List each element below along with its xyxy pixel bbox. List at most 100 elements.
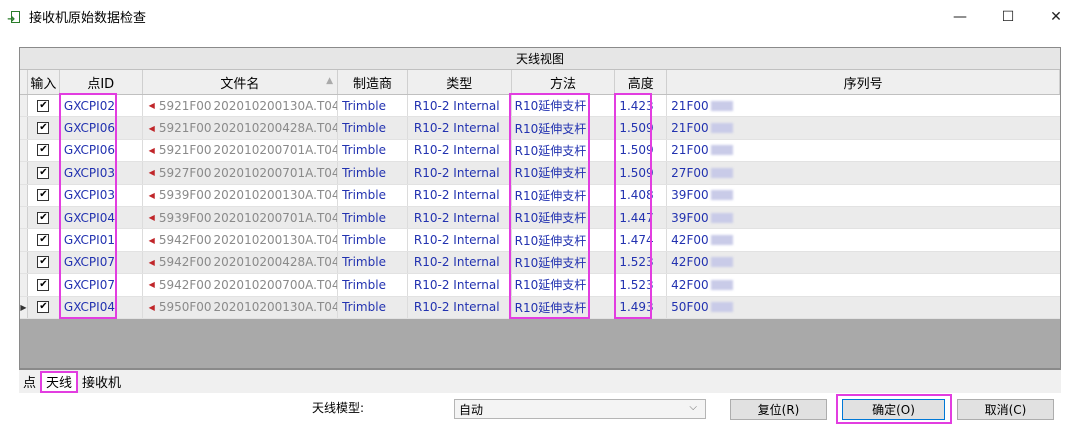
table-row[interactable]: ✔ GXCPI03 ◀ 5927F00 202010200701A.T04 Trimble…	[20, 162, 1060, 185]
header-input[interactable]: 输入	[28, 70, 60, 94]
type-cell[interactable]: R10-2 Internal	[408, 296, 512, 318]
height-cell[interactable]: 1.509	[615, 139, 668, 162]
method-cell[interactable]: R10延伸支杆	[512, 162, 616, 184]
point-id-cell[interactable]: GXCPI01	[60, 229, 143, 251]
row-selector[interactable]	[20, 139, 28, 162]
height-cell[interactable]: 1.523	[615, 251, 668, 274]
input-cell[interactable]: ✔	[28, 251, 60, 274]
manufacturer-cell[interactable]: Trimble	[338, 117, 408, 139]
height-cell[interactable]: 1.509	[615, 117, 668, 139]
height-cell[interactable]: 1.509	[615, 162, 668, 184]
serial-cell[interactable]: 50F00	[667, 297, 1060, 318]
row-selector[interactable]	[20, 95, 28, 117]
method-cell[interactable]: R10延伸支杆	[512, 296, 616, 318]
row-selector[interactable]: ▶	[20, 296, 28, 318]
method-cell[interactable]: R10延伸支杆	[512, 274, 616, 296]
serial-cell[interactable]: 39F00	[667, 185, 1060, 206]
header-serial[interactable]: 序列号	[667, 70, 1061, 94]
row-selector[interactable]	[20, 274, 28, 296]
serial-cell[interactable]: 21F00	[667, 95, 1060, 116]
row-selector[interactable]	[20, 184, 28, 206]
file-name-cell[interactable]: ◀ 5942F00 202010200130A.T04	[143, 229, 339, 251]
row-selector[interactable]	[20, 206, 28, 229]
point-id-cell[interactable]: GXCPI03	[60, 184, 143, 206]
height-cell[interactable]: 1.408	[615, 184, 668, 206]
input-cell[interactable]: ✔	[28, 95, 60, 117]
type-cell[interactable]: R10-2 Internal	[408, 229, 512, 251]
input-checkbox[interactable]: ✔	[37, 99, 50, 112]
serial-cell[interactable]: 42F00	[667, 252, 1060, 273]
file-name-cell[interactable]: ◀ 5939F00 202010200701A.T04	[143, 206, 339, 229]
file-name-cell[interactable]: ◀ 5927F00 202010200701A.T04	[143, 162, 339, 184]
row-selector[interactable]	[20, 229, 28, 251]
table-row[interactable]: ✔ GXCPI07 ◀ 5942F00 202010200428A.T04 Trimble…	[20, 251, 1060, 275]
input-cell[interactable]: ✔	[28, 184, 60, 206]
type-cell[interactable]: R10-2 Internal	[408, 251, 512, 274]
point-id-cell[interactable]: GXCPI02	[60, 95, 143, 117]
file-name-cell[interactable]: ◀ 5921F00 202010200130A.T04	[143, 95, 339, 117]
header-file-name[interactable]: 文件名 ▲	[143, 70, 339, 94]
input-checkbox[interactable]: ✔	[37, 234, 50, 247]
serial-cell[interactable]: 21F00	[667, 140, 1060, 161]
type-cell[interactable]: R10-2 Internal	[408, 139, 512, 162]
file-name-cell[interactable]: ◀ 5921F00 202010200428A.T04	[143, 117, 339, 139]
method-cell[interactable]: R10延伸支杆	[512, 139, 616, 162]
maximize-button[interactable]: ☐	[984, 0, 1032, 33]
header-point-id[interactable]: 点ID	[60, 70, 143, 94]
height-cell[interactable]: 1.474	[615, 229, 668, 251]
method-cell[interactable]: R10延伸支杆	[512, 117, 616, 139]
type-cell[interactable]: R10-2 Internal	[408, 206, 512, 229]
table-row[interactable]: ✔ GXCPI03 ◀ 5939F00 202010200130A.T04 Trimble…	[20, 184, 1060, 207]
manufacturer-cell[interactable]: Trimble	[338, 274, 408, 296]
reset-button[interactable]: 复位(R)	[730, 399, 827, 420]
tab-receiver[interactable]: 接收机	[78, 371, 125, 393]
cancel-button[interactable]: 取消(C)	[957, 399, 1054, 420]
file-name-cell[interactable]: ◀ 5942F00 202010200428A.T04	[143, 251, 339, 274]
manufacturer-cell[interactable]: Trimble	[338, 95, 408, 117]
type-cell[interactable]: R10-2 Internal	[408, 117, 512, 139]
method-cell[interactable]: R10延伸支杆	[512, 206, 616, 229]
input-checkbox[interactable]: ✔	[37, 122, 50, 135]
input-checkbox[interactable]: ✔	[37, 189, 50, 202]
header-manufacturer[interactable]: 制造商	[338, 70, 408, 94]
input-cell[interactable]: ✔	[28, 139, 60, 162]
input-checkbox[interactable]: ✔	[37, 144, 50, 157]
table-row[interactable]: ✔ GXCPI04 ◀ 5939F00 202010200701A.T04 Trimble…	[20, 206, 1060, 230]
row-selector[interactable]	[20, 117, 28, 139]
manufacturer-cell[interactable]: Trimble	[338, 184, 408, 206]
serial-cell[interactable]: 27F00	[667, 162, 1060, 183]
table-row[interactable]: ✔ GXCPI02 ◀ 5921F00 202010200130A.T04 Trimble…	[20, 95, 1060, 118]
input-cell[interactable]: ✔	[28, 274, 60, 296]
point-id-cell[interactable]: GXCPI04	[60, 296, 143, 318]
manufacturer-cell[interactable]: Trimble	[338, 206, 408, 229]
table-row[interactable]: ✔ GXCPI01 ◀ 5942F00 202010200130A.T04 Trimble…	[20, 229, 1060, 252]
minimize-button[interactable]: —	[936, 0, 984, 33]
height-cell[interactable]: 1.493	[615, 296, 668, 318]
point-id-cell[interactable]: GXCPI06	[60, 117, 143, 139]
manufacturer-cell[interactable]: Trimble	[338, 139, 408, 162]
input-checkbox[interactable]: ✔	[37, 278, 50, 291]
input-cell[interactable]: ✔	[28, 117, 60, 139]
tab-antenna[interactable]: 天线	[40, 370, 79, 393]
point-id-cell[interactable]: GXCPI06	[60, 139, 143, 162]
input-checkbox[interactable]: ✔	[37, 166, 50, 179]
input-checkbox[interactable]: ✔	[37, 211, 50, 224]
file-name-cell[interactable]: ◀ 5950F00 202010200130A.T04	[143, 296, 339, 318]
table-row[interactable]: ✔ GXCPI06 ◀ 5921F00 202010200428A.T04 Trimble…	[20, 117, 1060, 140]
tab-points[interactable]: 点	[19, 371, 40, 393]
close-button[interactable]: ✕	[1032, 0, 1080, 33]
manufacturer-cell[interactable]: Trimble	[338, 296, 408, 318]
table-row[interactable]: ▶ ✔ GXCPI04 ◀ 5950F00 202010200130A.T04 Trimbl…	[20, 296, 1060, 319]
method-cell[interactable]: R10延伸支杆	[512, 95, 616, 117]
type-cell[interactable]: R10-2 Internal	[408, 95, 512, 117]
input-cell[interactable]: ✔	[28, 229, 60, 251]
point-id-cell[interactable]: GXCPI04	[60, 206, 143, 229]
file-name-cell[interactable]: ◀ 5939F00 202010200130A.T04	[143, 184, 339, 206]
manufacturer-cell[interactable]: Trimble	[338, 162, 408, 184]
header-method[interactable]: 方法	[512, 70, 616, 94]
height-cell[interactable]: 1.523	[615, 274, 668, 296]
point-id-cell[interactable]: GXCPI07	[60, 251, 143, 274]
input-cell[interactable]: ✔	[28, 162, 60, 184]
ok-button[interactable]: 确定(O)	[842, 399, 945, 420]
input-checkbox[interactable]: ✔	[37, 256, 50, 269]
